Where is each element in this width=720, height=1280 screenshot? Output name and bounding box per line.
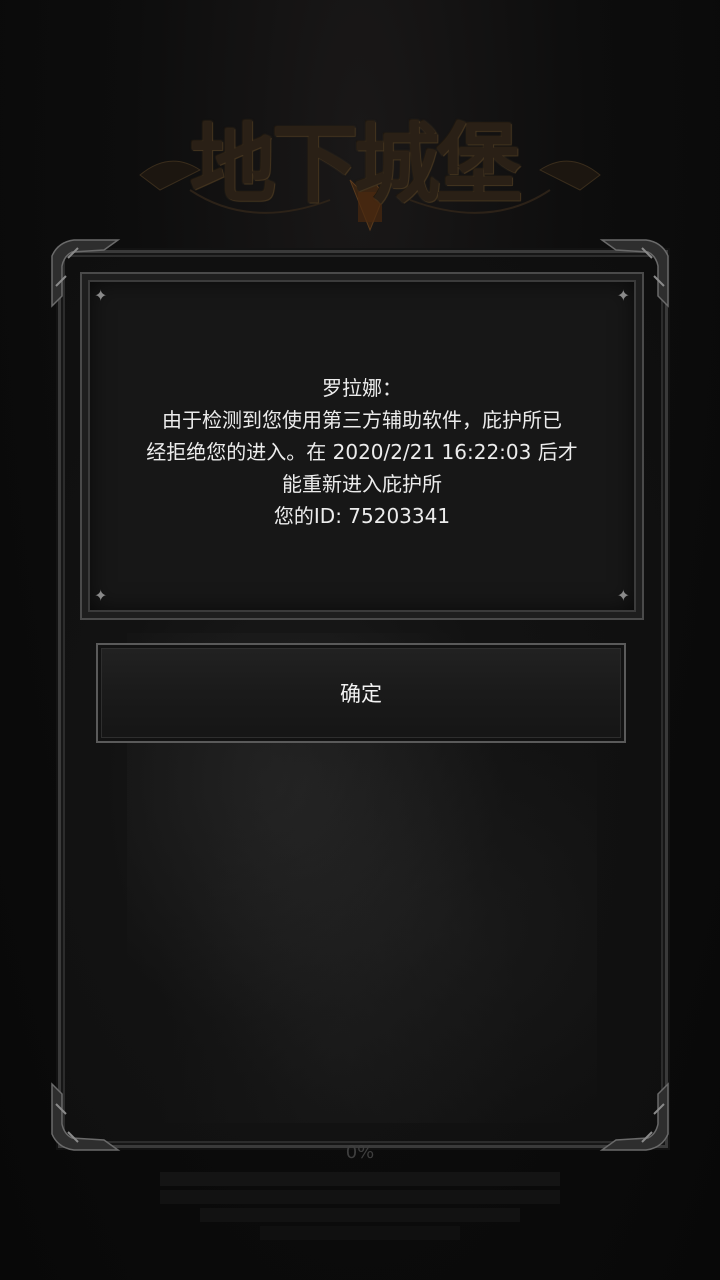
message-line: 能重新进入庇护所 <box>282 472 442 496</box>
confirm-button[interactable]: 确定 <box>96 643 626 743</box>
message-speaker: 罗拉娜： <box>322 376 402 400</box>
loading-progress-text: 0% <box>345 1142 375 1163</box>
message-line: 由于检测到您使用第三方辅助软件，庇护所已 <box>162 408 562 432</box>
sparkle-icon: ✦ <box>616 286 630 305</box>
screen: 地下城堡 ✦ ✦ ✦ ✦ 罗拉娜： 由于检测到您使用第三方辅助软件，庇护所已 经… <box>0 0 720 1280</box>
confirm-button-label: 确定 <box>340 682 382 706</box>
obscured-tips-text-block <box>160 1168 560 1244</box>
message-line: 经拒绝您的进入。在 2020/2/21 16:22:03 后才 <box>146 440 578 464</box>
game-title-logo-text: 地下城堡 <box>190 114 522 215</box>
user-id-line: 您的ID: 75203341 <box>273 504 451 528</box>
ban-message: 罗拉娜： 由于检测到您使用第三方辅助软件，庇护所已 经拒绝您的进入。在 2020… <box>112 372 612 532</box>
game-logo: 地下城堡 <box>130 80 610 250</box>
sparkle-icon: ✦ <box>94 286 108 305</box>
obscured-text-line <box>160 1172 560 1186</box>
message-panel: ✦ ✦ ✦ ✦ 罗拉娜： 由于检测到您使用第三方辅助软件，庇护所已 经拒绝您的进… <box>80 272 644 620</box>
obscured-text-line <box>260 1226 460 1240</box>
obscured-text-line <box>200 1208 520 1222</box>
sparkle-icon: ✦ <box>94 586 108 605</box>
sparkle-icon: ✦ <box>616 586 630 605</box>
obscured-text-line <box>160 1190 560 1204</box>
